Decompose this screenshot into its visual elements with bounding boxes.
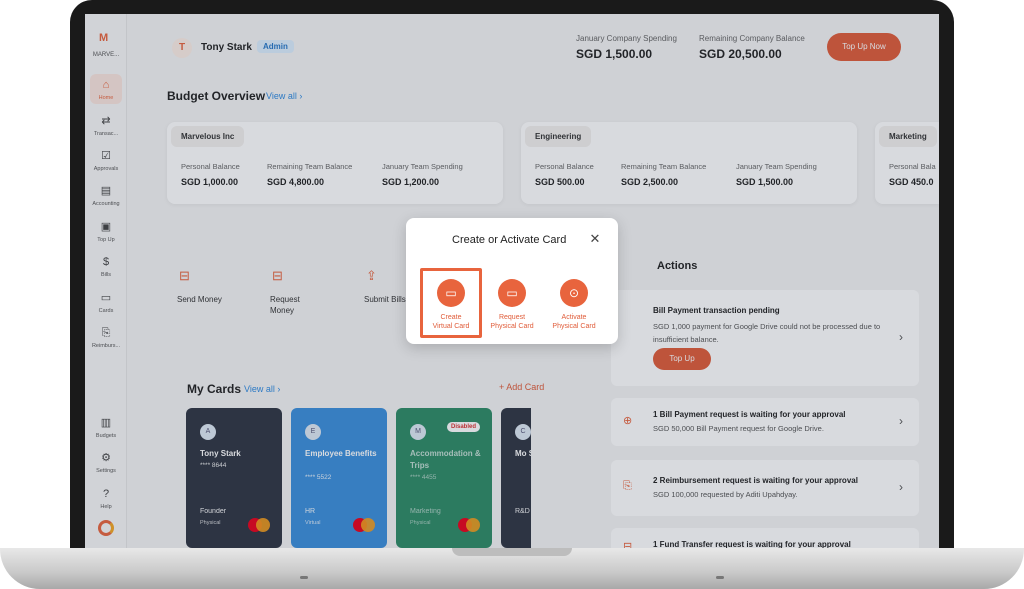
option-label-line: Activate	[561, 314, 587, 321]
option-label: Activate Physical Card	[543, 313, 605, 331]
laptop-foot	[300, 576, 308, 579]
request-physical-card-option[interactable]: ▭ Request Physical Card	[481, 268, 543, 338]
physical-card-icon: ▭	[498, 279, 526, 307]
close-icon[interactable]: ✕	[588, 232, 602, 246]
activate-card-icon: ⊙	[560, 279, 588, 307]
option-label: Request Physical Card	[481, 313, 543, 331]
laptop-notch	[452, 548, 572, 556]
option-label: Create Virtual Card	[423, 313, 479, 331]
modal-title: Create or Activate Card	[452, 234, 567, 246]
create-card-modal: Create or Activate Card ✕ ▭ Create Virtua…	[406, 218, 618, 344]
option-label-line: Virtual Card	[432, 323, 470, 330]
laptop-foot	[716, 576, 724, 579]
option-label-line: Physical Card	[490, 323, 534, 330]
option-label-line: Request	[498, 314, 526, 321]
screen: M MARVE... ⌂ Home ⇄ Transac... ☑ Approva…	[85, 14, 939, 548]
activate-physical-card-option[interactable]: ⊙ Activate Physical Card	[543, 268, 605, 338]
option-label-line: Create	[440, 314, 462, 321]
virtual-card-icon: ▭	[437, 279, 465, 307]
app: M MARVE... ⌂ Home ⇄ Transac... ☑ Approva…	[85, 14, 939, 548]
create-virtual-card-option[interactable]: ▭ Create Virtual Card	[420, 268, 482, 338]
option-label-line: Physical Card	[552, 323, 596, 330]
